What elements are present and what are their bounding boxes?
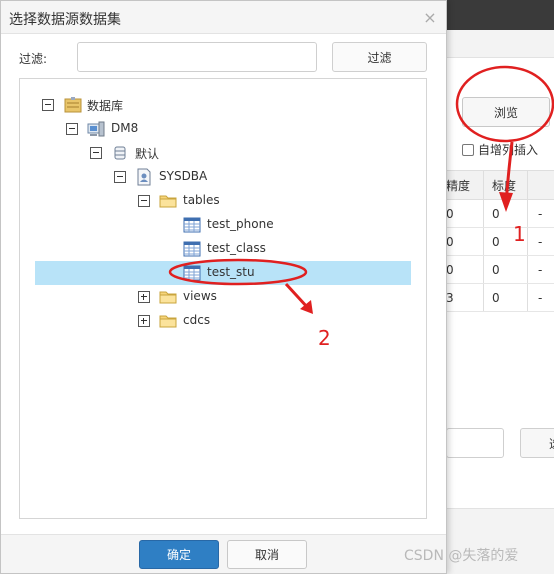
tree-node-label: 默认 bbox=[135, 147, 160, 161]
tree-node-default[interactable]: 默认 bbox=[20, 141, 426, 165]
browse-button[interactable]: 浏览 bbox=[462, 97, 550, 127]
server-icon bbox=[87, 121, 105, 137]
filter-input[interactable] bbox=[77, 42, 317, 72]
collapse-toggle-icon[interactable] bbox=[138, 195, 150, 207]
tree-node-label: DM8 bbox=[111, 121, 139, 135]
annotation-label-2: 2 bbox=[318, 326, 331, 350]
annotation-label-1: 1 bbox=[513, 222, 526, 246]
schema-icon bbox=[137, 168, 151, 186]
dialog-titlebar: 选择数据源数据集 × bbox=[1, 1, 446, 34]
table-cell: 0 bbox=[484, 284, 528, 311]
table-cell: - bbox=[538, 262, 543, 277]
tree-node-sysdba[interactable]: SYSDBA bbox=[20, 165, 426, 189]
tree-node-dm8[interactable]: DM8 bbox=[20, 117, 426, 141]
auto-increment-label: 自增列插入 bbox=[478, 143, 539, 157]
tree-node-label: test_stu bbox=[207, 265, 255, 279]
table-cell: - bbox=[538, 206, 543, 221]
collapse-toggle-icon[interactable] bbox=[114, 171, 126, 183]
cylinder-icon bbox=[114, 146, 126, 160]
table-row[interactable]: 0 0 - bbox=[440, 256, 554, 284]
folder-icon bbox=[159, 291, 177, 304]
background-select-button[interactable]: 选 bbox=[520, 428, 554, 458]
collapse-toggle-icon[interactable] bbox=[42, 99, 54, 111]
filter-button[interactable]: 过滤 bbox=[332, 42, 427, 72]
auto-increment-checkbox[interactable] bbox=[462, 143, 474, 156]
tree-node-tables[interactable]: tables bbox=[20, 189, 426, 213]
tree-node-test-phone[interactable]: test_phone bbox=[20, 213, 426, 237]
watermark: CSDN @失落的爱 bbox=[404, 548, 519, 564]
header-extra bbox=[528, 171, 554, 199]
datasource-tree: 数据库 DM8 默认 SYSDBA tables test_phone test… bbox=[19, 78, 427, 519]
dialog-title: 选择数据源数据集 bbox=[9, 12, 121, 28]
tree-node-label: 数据库 bbox=[87, 99, 124, 113]
collapse-toggle-icon[interactable] bbox=[90, 147, 102, 159]
tree-node-test-stu[interactable]: test_stu bbox=[35, 261, 411, 285]
folder-icon bbox=[159, 315, 177, 328]
table-cell: - bbox=[538, 290, 543, 305]
table-row[interactable]: 0 0 - bbox=[440, 200, 554, 228]
table-row[interactable]: 3 0 - bbox=[440, 284, 554, 312]
tree-node-database[interactable]: 数据库 bbox=[20, 93, 426, 117]
ok-button[interactable]: 确定 bbox=[139, 540, 219, 569]
expand-toggle-icon[interactable] bbox=[138, 291, 150, 303]
tree-node-label: views bbox=[183, 289, 217, 303]
tree-node-label: tables bbox=[183, 193, 220, 207]
table-row[interactable]: 0 0 - bbox=[440, 228, 554, 256]
background-panel-header bbox=[440, 30, 554, 58]
background-topbar bbox=[440, 0, 554, 30]
table-icon bbox=[183, 241, 201, 257]
tree-node-cdcs[interactable]: cdcs bbox=[20, 309, 426, 333]
database-icon bbox=[64, 97, 82, 113]
expand-toggle-icon[interactable] bbox=[138, 315, 150, 327]
table-icon bbox=[183, 265, 201, 281]
tree-node-label: test_class bbox=[207, 241, 266, 255]
tree-node-label: test_phone bbox=[207, 217, 274, 231]
table-cell: 0 bbox=[484, 256, 528, 283]
dialog-footer bbox=[1, 534, 446, 573]
table-icon bbox=[183, 217, 201, 233]
header-scale: 标度 bbox=[484, 171, 528, 199]
column-table: 精度 标度 0 0 - 0 0 - 0 0 - 3 0 - bbox=[440, 170, 554, 312]
auto-increment-option[interactable]: 自增列插入 bbox=[462, 141, 538, 158]
close-icon[interactable]: × bbox=[420, 7, 440, 27]
column-table-header: 精度 标度 bbox=[440, 170, 554, 200]
tree-node-test-class[interactable]: test_class bbox=[20, 237, 426, 261]
select-dataset-dialog: 选择数据源数据集 × 过滤: 过滤 数据库 DM8 默认 SYSDBA tabl… bbox=[0, 0, 447, 574]
collapse-toggle-icon[interactable] bbox=[66, 123, 78, 135]
tree-node-label: SYSDBA bbox=[159, 169, 208, 183]
background-input[interactable] bbox=[446, 428, 504, 458]
tree-node-label: cdcs bbox=[183, 313, 211, 327]
table-cell: - bbox=[538, 234, 543, 249]
filter-label: 过滤: bbox=[19, 52, 48, 66]
cancel-button[interactable]: 取消 bbox=[227, 540, 307, 569]
tree-node-views[interactable]: views bbox=[20, 285, 426, 309]
folder-icon bbox=[159, 195, 177, 208]
